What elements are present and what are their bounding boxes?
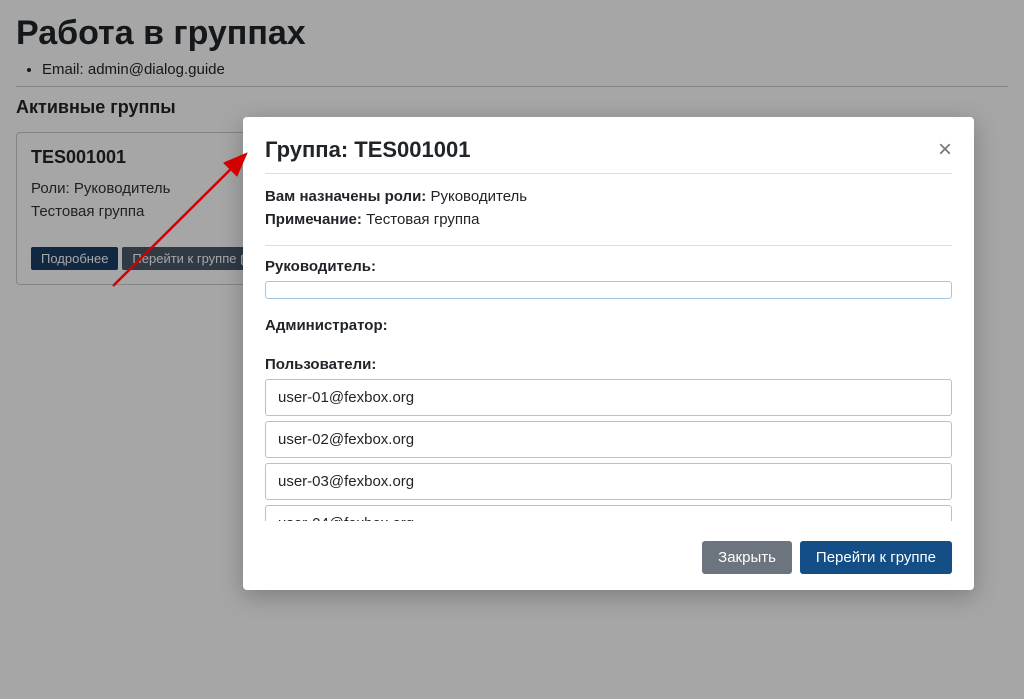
roles-value: Руководитель — [430, 188, 527, 205]
leader-label: Руководитель: — [265, 258, 952, 275]
users-list[interactable]: user-01@fexbox.org user-02@fexbox.org us… — [265, 379, 952, 521]
user-row[interactable]: user-04@fexbox.org — [265, 505, 952, 521]
note-value: Тестовая группа — [366, 211, 479, 228]
close-icon[interactable]: × — [938, 138, 952, 162]
close-button[interactable]: Закрыть — [702, 541, 792, 574]
roles-label: Вам назначены роли: — [265, 188, 426, 205]
note-line: Примечание: Тестовая группа — [265, 209, 952, 232]
users-label: Пользователи: — [265, 356, 952, 373]
roles-line: Вам назначены роли: Руководитель — [265, 186, 952, 209]
user-row[interactable]: user-03@fexbox.org — [265, 463, 952, 500]
leader-field[interactable] — [265, 281, 952, 299]
user-row[interactable]: user-01@fexbox.org — [265, 379, 952, 416]
note-label: Примечание: — [265, 211, 362, 228]
group-modal: Группа: TES001001 × Вам назначены роли: … — [243, 117, 974, 590]
modal-divider — [265, 173, 952, 174]
modal-title: Группа: TES001001 — [265, 137, 470, 163]
goto-group-button-modal[interactable]: Перейти к группе — [800, 541, 952, 574]
admin-label: Администратор: — [265, 317, 952, 334]
section-divider — [265, 245, 952, 246]
user-row[interactable]: user-02@fexbox.org — [265, 421, 952, 458]
